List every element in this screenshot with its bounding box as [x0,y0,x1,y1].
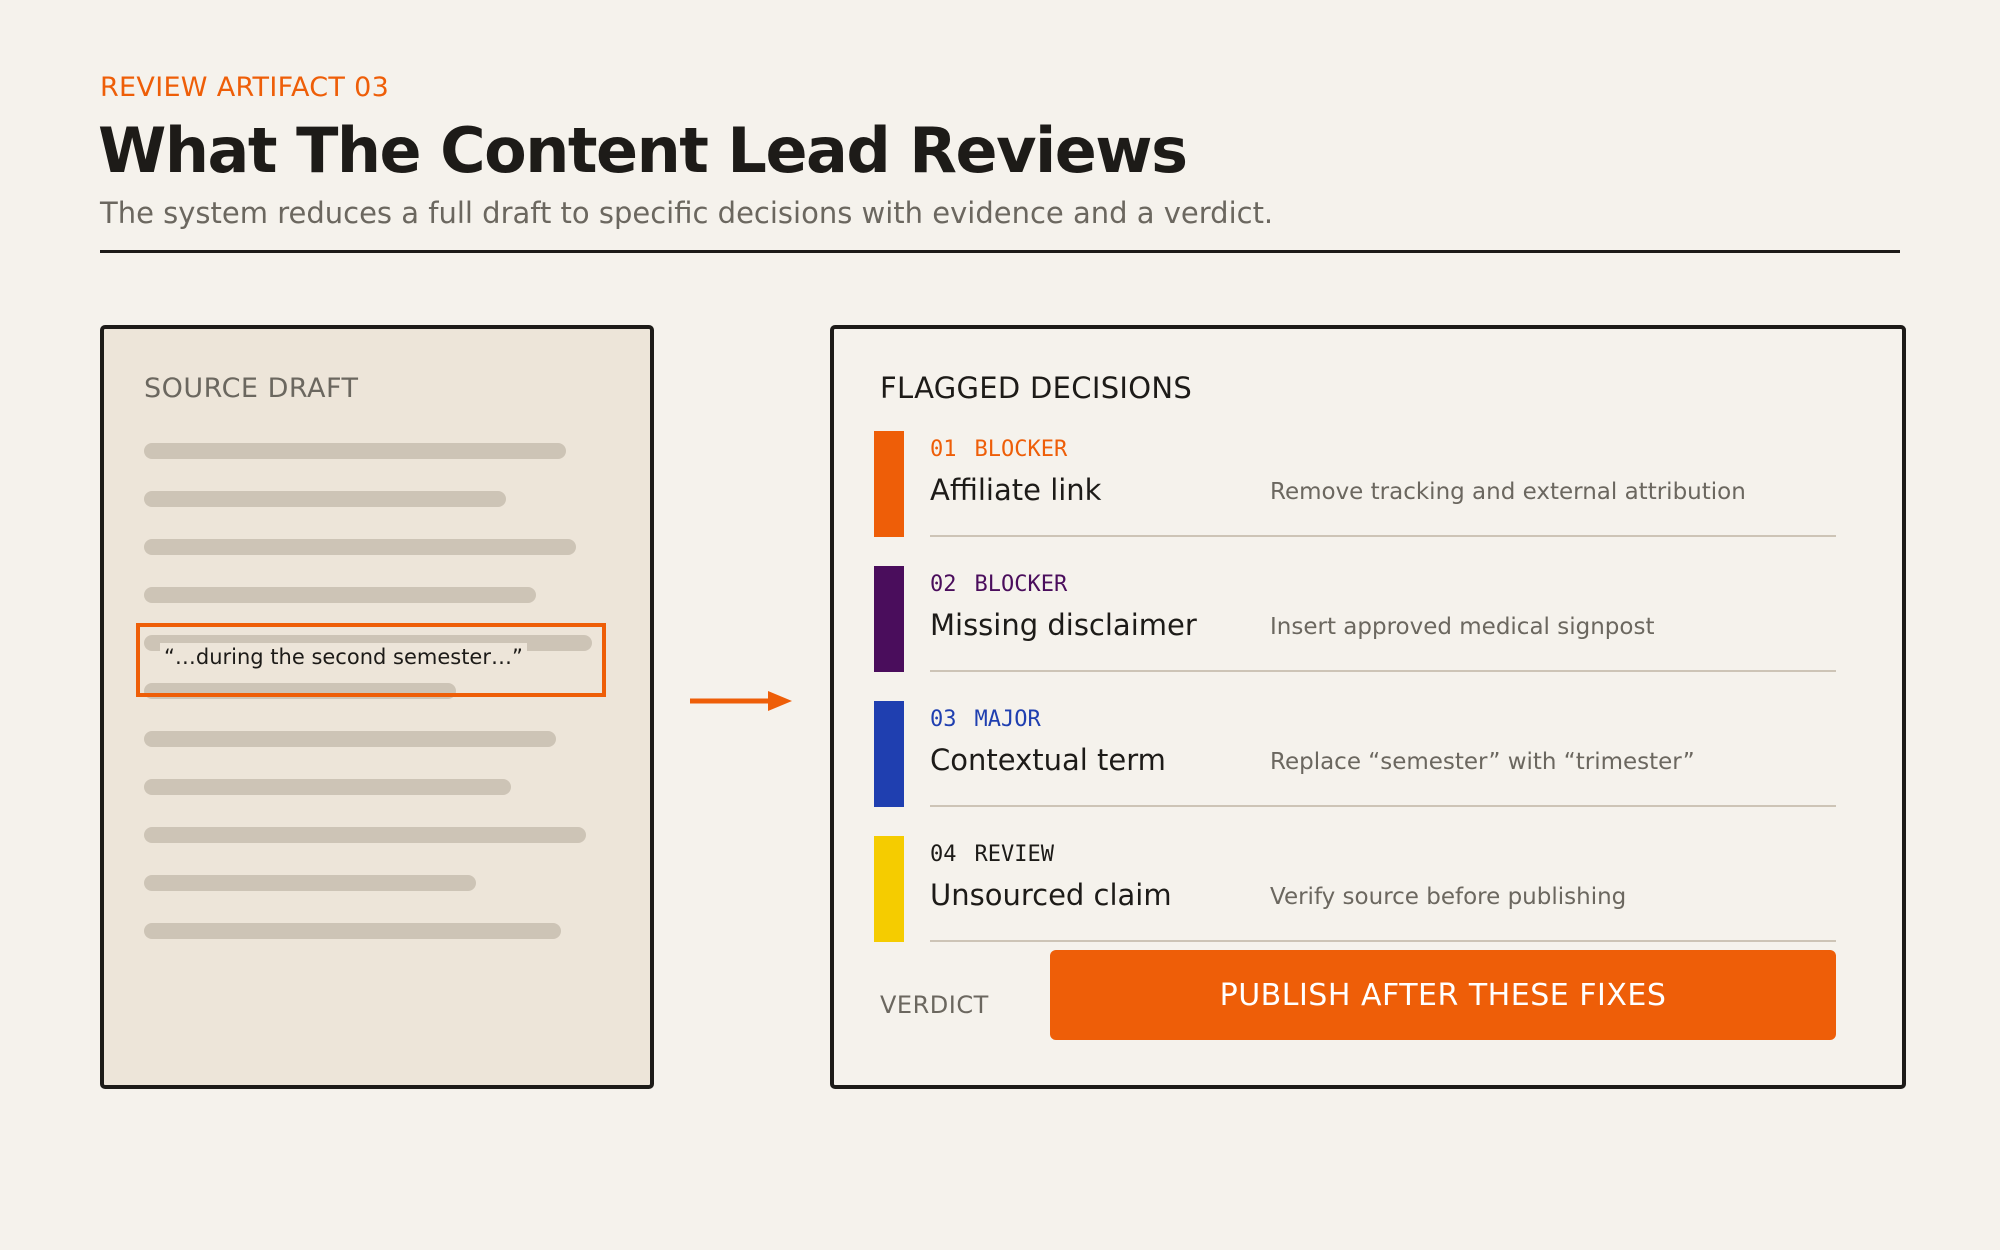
severity-label: REVIEW [974,842,1054,867]
page-subtitle: The system reduces a full draft to speci… [100,196,1274,230]
decision-item[interactable]: 04 REVIEW Unsourced claim Verify source bef… [874,836,1836,942]
draft-text-line [144,539,576,555]
severity-color-bar [874,701,904,807]
draft-text-line [144,923,561,939]
flagged-decisions-label: FLAGGED DECISIONS [880,371,1193,405]
severity-color-bar [874,431,904,537]
header-divider [100,250,1900,253]
item-divider [930,535,1836,537]
decision-item[interactable]: 03 MAJOR Contextual term Replace “semester”… [874,701,1836,807]
severity-label: MAJOR [974,707,1041,732]
severity-label: BLOCKER [974,572,1068,597]
decision-meta: 03 MAJOR [930,707,1041,732]
draft-text-line [144,491,506,507]
page-title: What The Content Lead Reviews [98,114,1188,187]
decision-title: Contextual term [930,743,1166,777]
draft-text-line [144,443,566,459]
flagged-decisions-panel: FLAGGED DECISIONS 01 BLOCKER Affiliate lin… [830,325,1906,1089]
decision-item[interactable]: 01 BLOCKER Affiliate link Remove tracking a… [874,431,1836,537]
flow-arrow-icon [690,691,792,711]
decision-title: Affiliate link [930,473,1102,507]
item-divider [930,805,1836,807]
eyebrow-label: REVIEW ARTIFACT 03 [100,72,390,103]
highlighted-quote: “…during the second semester…” [160,643,527,671]
severity-color-bar [874,836,904,942]
draft-text-line [144,779,511,795]
draft-text-line [144,875,476,891]
verdict-label: VERDICT [880,991,989,1019]
decision-action: Remove tracking and external attribution [1270,479,1746,505]
decision-meta: 04 REVIEW [930,842,1054,867]
decision-action: Verify source before publishing [1270,884,1627,910]
decision-title: Unsourced claim [930,878,1172,912]
severity-color-bar [874,566,904,672]
decision-item[interactable]: 02 BLOCKER Missing disclaimer Insert approv… [874,566,1836,672]
draft-text-line [144,587,536,603]
decision-number: 03 [930,707,957,732]
item-divider [930,670,1836,672]
decision-meta: 02 BLOCKER [930,572,1067,597]
decision-action: Replace “semester” with “trimester” [1270,749,1695,775]
draft-text-line [144,827,586,843]
decision-title: Missing disclaimer [930,608,1197,642]
decision-number: 01 [930,437,957,462]
decision-meta: 01 BLOCKER [930,437,1067,462]
decision-action: Insert approved medical signpost [1270,614,1655,640]
draft-text-line [144,731,556,747]
decision-number: 02 [930,572,957,597]
source-draft-panel: SOURCE DRAFT “…during the second semeste… [100,325,654,1089]
source-draft-label: SOURCE DRAFT [144,373,359,404]
decision-number: 04 [930,842,957,867]
verdict-button[interactable]: PUBLISH AFTER THESE FIXES [1050,950,1836,1040]
severity-label: BLOCKER [974,437,1068,462]
item-divider [930,940,1836,942]
